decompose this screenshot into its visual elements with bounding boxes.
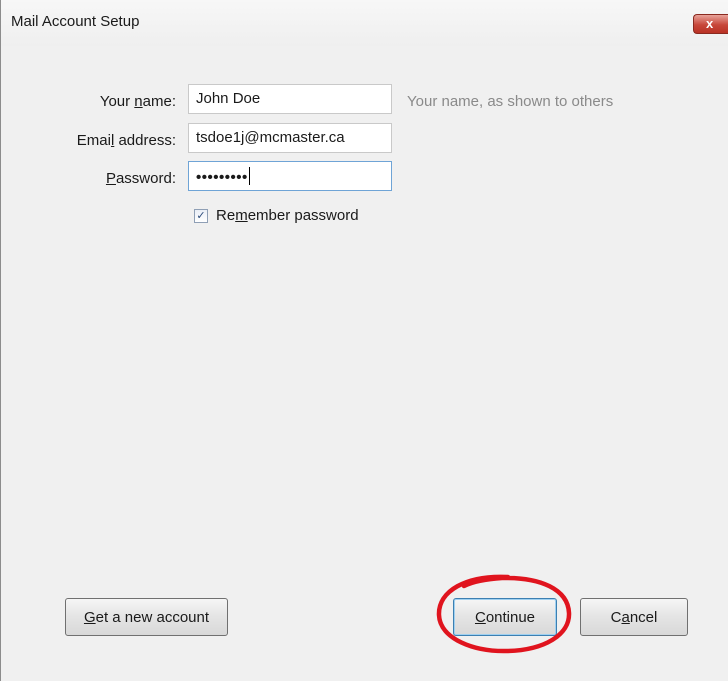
email-label: Email address: [76, 132, 176, 149]
cancel-button[interactable]: Cancel [580, 598, 688, 636]
window-title: Mail Account Setup [11, 13, 140, 30]
close-button[interactable]: x [693, 14, 728, 34]
dialog-content: Your name: John Doe Your name, as shown … [2, 46, 728, 681]
close-icon: x [706, 16, 714, 31]
get-new-account-button[interactable]: Get a new account [65, 598, 228, 636]
title-bar: Mail Account Setup x [1, 0, 728, 46]
password-label: Password: [105, 170, 176, 187]
your-name-input[interactable]: John Doe [188, 84, 392, 114]
annotation-circle [436, 574, 572, 654]
your-name-label: Your name: [99, 93, 176, 110]
email-input[interactable]: tsdoe1j@mcmaster.ca [188, 123, 392, 153]
remember-password-label[interactable]: Remember password [216, 207, 359, 224]
mail-account-setup-window: Mail Account Setup x Your name: John Doe… [0, 0, 728, 681]
your-name-hint: Your name, as shown to others [407, 93, 614, 110]
remember-password-checkbox[interactable]: ✓ [194, 209, 208, 223]
checkmark-icon: ✓ [196, 210, 206, 222]
text-caret [248, 167, 250, 185]
password-input[interactable]: ••••••••• [188, 161, 392, 191]
